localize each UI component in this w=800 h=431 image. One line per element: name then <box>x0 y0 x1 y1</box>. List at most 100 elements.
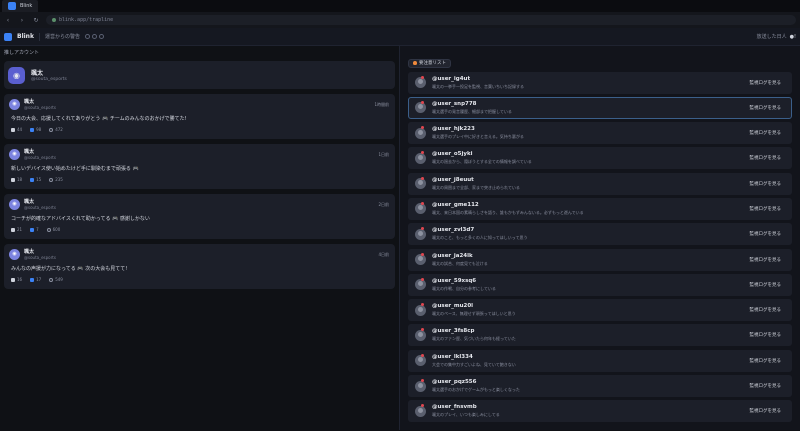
post-emoji: 🎮 <box>77 266 84 272</box>
watch-user-card[interactable]: @user_3fs8cp 颯太のファン歴、気づいたら何年も経っていた 監視ログを見る <box>408 324 792 347</box>
post-card[interactable]: ◉ 颯太 @souta_esports 2日前 コーチが的確なアドバイスくれて助かってる… <box>4 194 395 239</box>
watch-user-handle: @user_3fs8cp <box>432 328 475 335</box>
user-avatar-icon <box>415 203 426 215</box>
view-log-button[interactable]: 監視ログを見る <box>750 332 782 338</box>
like-stat[interactable]: 472 <box>49 127 63 132</box>
view-log-button[interactable]: 監視ログを見る <box>750 383 782 389</box>
repost-stat[interactable]: 17 <box>30 277 41 282</box>
repost-stat[interactable]: 15 <box>30 177 41 182</box>
watch-user-card[interactable]: @user_j8euut 颯太の周囲まで全部、家まで突き止められている 監視ログを見… <box>408 172 792 195</box>
view-log-button[interactable]: 監視ログを見る <box>750 307 782 313</box>
post-time: 2日前 <box>378 202 389 207</box>
post-author-name: 颯太 <box>24 199 35 205</box>
watch-user-card[interactable]: @user_fnsvmb 颯太のプレイ、いつも楽しみにしてる 監視ログを見る <box>408 400 792 423</box>
watch-user-card[interactable]: @user_59xsq6 颯太の作戦、自分の参考にしている 監視ログを見る <box>408 273 792 296</box>
watch-user-card[interactable]: @user_o5jyki 颯太の過去から、隠ぼうとする全ての情報を調べている 監視ロ… <box>408 147 792 170</box>
watch-user-card[interactable]: @user_ig4ut 颯太の一挙手一投足を監視、言葉いちいち記録する 監視ログを見… <box>408 71 792 94</box>
reply-stat[interactable]: 18 <box>11 177 22 182</box>
alert-dot-icon <box>421 277 424 281</box>
watch-user-desc: 颯太の作戦、自分の参考にしている <box>432 285 496 291</box>
reply-stat[interactable]: 21 <box>11 227 22 232</box>
like-stat[interactable]: 600 <box>46 227 60 232</box>
lock-icon <box>52 18 56 22</box>
post-author-handle: @souta_esports <box>24 105 56 110</box>
post-text-main: 新しいデバイス使い始めたけど手に馴染むまで頑張る <box>11 166 131 172</box>
watch-user-card[interactable]: @user_gme112 颯太、来日本国の素晴らしさを語り、誰もかもずみんないる。… <box>408 197 792 220</box>
post-text-main: みんなの声援が力になってる <box>11 266 76 272</box>
reply-icon <box>11 227 15 232</box>
post-text: コーチが的確なアドバイスくれて助かってる 🎮 感謝しかない <box>11 215 390 222</box>
indicator-icon <box>98 34 104 39</box>
watch-user-card[interactable]: @user_lkl334 大会での集中力すごいよね、見ていて飽きない 監視ログを見る <box>408 349 792 372</box>
address-bar-row: ‹ › ↻ blink.app/trapline <box>0 12 800 28</box>
header-right: 放送した日人 ●! <box>757 33 796 41</box>
post-time: 1日前 <box>378 152 389 157</box>
post-emoji: 🎮 <box>132 166 139 172</box>
header-divider <box>38 32 40 41</box>
post-card[interactable]: ◉ 颯太 @souta_esports 1日前 新しいデバイス使い始めたけど手に馴染むま… <box>4 144 395 189</box>
post-text-tail: チームのみんなのおかげで勝てた! <box>109 116 187 122</box>
reply-stat[interactable]: 44 <box>11 127 22 132</box>
post-emoji: 🎮 <box>112 216 119 222</box>
view-log-button[interactable]: 監視ログを見る <box>750 130 782 136</box>
view-log-button[interactable]: 監視ログを見る <box>750 155 782 161</box>
reply-count: 18 <box>17 177 23 182</box>
post-card[interactable]: ◉ 颯太 @souta_esports 4日前 みんなの声援が力になってる 🎮 次の大会… <box>4 244 395 289</box>
gamepad-icon: ◉ <box>8 66 25 84</box>
post-text-tail: 次の大会も見てて! <box>85 266 128 272</box>
avatar-icon: ◉ <box>9 148 20 160</box>
view-log-button[interactable]: 監視ログを見る <box>750 105 782 111</box>
reload-icon[interactable]: ↻ <box>32 17 40 24</box>
profile-card[interactable]: ◉ 颯太 @souta_esports <box>4 61 395 89</box>
view-log-button[interactable]: 監視ログを見る <box>750 282 782 288</box>
alert-dot-icon <box>421 353 424 357</box>
post-time: 1時間前 <box>374 102 389 107</box>
view-log-button[interactable]: 監視ログを見る <box>750 80 782 86</box>
post-text: みんなの声援が力になってる 🎮 次の大会も見てて! <box>11 265 390 272</box>
user-avatar-icon <box>415 254 426 266</box>
header-indicators <box>84 34 104 39</box>
view-log-button[interactable]: 監視ログを見る <box>750 181 782 187</box>
user-avatar-icon <box>415 102 426 114</box>
reply-count: 16 <box>17 277 23 282</box>
alert-dot-icon <box>421 252 424 256</box>
forward-icon[interactable]: › <box>18 17 26 24</box>
browser-tab[interactable]: Blink <box>2 0 39 12</box>
watch-user-card[interactable]: @user_hjk223 颯太選手のプレイ中に好きと言える。気持ち悪がる 監視ログを… <box>408 122 792 145</box>
watch-user-card[interactable]: @user_zvl3d7 颯太のこと、もっと多くの人に知ってほしいって思う 監視ログ… <box>408 223 792 246</box>
post-text-main: コーチが的確なアドバイスくれて助かってる <box>11 216 111 222</box>
watch-user-card[interactable]: @user_snp778 颯太選手の発言履歴、細部まで把握している 監視ログを見る <box>408 96 792 119</box>
user-avatar-icon <box>415 355 426 367</box>
repost-icon <box>30 177 35 182</box>
watch-user-card[interactable]: @user_ja24lk 颯太の試合、何度見ても泣ける 監視ログを見る <box>408 248 792 271</box>
brand-name: Blink <box>17 33 34 40</box>
view-log-button[interactable]: 監視ログを見る <box>750 257 782 263</box>
reply-count: 44 <box>17 127 23 132</box>
user-avatar-icon <box>415 77 426 88</box>
profile-handle: @souta_esports <box>31 77 67 82</box>
view-log-button[interactable]: 監視ログを見る <box>750 408 782 414</box>
post-text: 今日の大会、応援してくれてありがとう 🎮 チームのみんなのおかげで勝てた! <box>11 115 390 122</box>
post-card[interactable]: ◉ 颯太 @souta_esports 1時間前 今日の大会、応援してくれてありがとう … <box>4 94 395 139</box>
view-log-button[interactable]: 監視ログを見る <box>750 358 782 364</box>
watch-user-card[interactable]: @user_mu20l 颯太のペース、無理せず頑張ってほしいと思う 監視ログを見る <box>408 299 792 322</box>
watch-user-desc: 大会での集中力すごいよね、見ていて飽きない <box>432 361 516 367</box>
watch-user-desc: 颯太のペース、無理せず頑張ってほしいと思う <box>432 311 516 317</box>
repost-stat[interactable]: 7 <box>30 227 39 232</box>
header-right-badge[interactable]: ●! <box>790 34 796 40</box>
reply-stat[interactable]: 16 <box>11 277 22 282</box>
like-stat[interactable]: 549 <box>49 277 63 282</box>
post-emoji: 🎮 <box>102 116 109 122</box>
view-log-button[interactable]: 監視ログを見る <box>750 231 782 237</box>
like-stat[interactable]: 235 <box>49 177 63 182</box>
heart-icon <box>46 227 51 232</box>
blink-logo-icon <box>4 32 12 41</box>
back-icon[interactable]: ‹ <box>4 17 12 24</box>
post-stats: 21 7 600 <box>11 227 390 232</box>
view-log-button[interactable]: 監視ログを見る <box>750 206 782 212</box>
url-field[interactable]: blink.app/trapline <box>46 15 796 25</box>
watch-user-card[interactable]: @user_pqz556 颯太選手のおかげでゲームがもっと楽しくなった 監視ログを見… <box>408 375 792 398</box>
post-text-main: 今日の大会、応援してくれてありがとう <box>11 116 101 122</box>
repost-stat[interactable]: 98 <box>30 127 41 132</box>
repost-count: 17 <box>36 277 42 282</box>
